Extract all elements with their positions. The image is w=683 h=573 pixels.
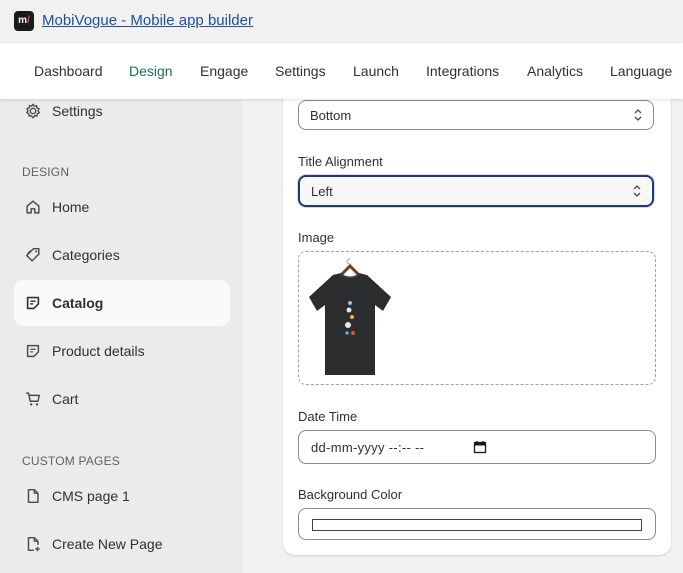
sidebar-item-label: Categories: [52, 247, 120, 263]
sidebar-item-product-details[interactable]: Product details: [14, 328, 230, 374]
tab-settings[interactable]: Settings: [275, 63, 326, 79]
main-nav: Dashboard Design Engage Settings Launch …: [0, 43, 683, 99]
tab-analytics[interactable]: Analytics: [527, 63, 583, 79]
sidebar-item-home[interactable]: Home: [14, 184, 230, 230]
gear-icon: [26, 103, 40, 119]
sidebar-item-create-new-page[interactable]: Create New Page: [14, 521, 230, 567]
tab-integrations[interactable]: Integrations: [426, 63, 499, 79]
page-icon: [27, 488, 39, 504]
tab-engage[interactable]: Engage: [200, 63, 248, 79]
sidebar-item-cms-page-1[interactable]: CMS page 1: [14, 473, 230, 519]
app-logo-icon: m/: [14, 11, 34, 31]
sidebar-item-label: Cart: [52, 391, 79, 407]
sidebar-item-label: Create New Page: [52, 536, 163, 552]
tag-icon: [25, 247, 40, 262]
background-color-label: Background Color: [298, 487, 403, 502]
sidebar-item-label: Product details: [52, 343, 145, 359]
new-page-icon: [27, 536, 40, 552]
sidebar-item-label: Home: [52, 199, 90, 215]
product-details-icon: [26, 344, 40, 358]
select-value: Bottom: [310, 108, 352, 123]
datetime-value: dd-mm-yyyy --:-- --: [311, 440, 425, 455]
tab-design[interactable]: Design: [129, 63, 173, 79]
sidebar-item-cart[interactable]: Cart: [14, 376, 230, 422]
background-color-input[interactable]: [298, 508, 656, 540]
select-value: Left: [311, 184, 333, 199]
app-title-link[interactable]: MobiVogue - Mobile app builder: [42, 12, 253, 29]
sidebar-item-categories[interactable]: Categories: [14, 232, 230, 278]
tab-language[interactable]: Language: [610, 63, 672, 79]
cart-icon: [26, 392, 41, 406]
sidebar: Settings DESIGN Home Categories Catalog …: [0, 99, 242, 573]
datetime-label: Date Time: [298, 409, 358, 424]
calendar-icon[interactable]: [473, 440, 487, 454]
image-label: Image: [298, 230, 335, 245]
tshirt-image: [309, 258, 391, 375]
select-chevron-icon: [633, 185, 641, 197]
datetime-input[interactable]: dd-mm-yyyy --:-- --: [298, 430, 656, 464]
tab-dashboard[interactable]: Dashboard: [34, 63, 103, 79]
color-swatch: [312, 519, 642, 531]
settings-panel: Bottom Title Alignment Left Image Date T…: [283, 90, 671, 555]
sidebar-item-label: Catalog: [52, 295, 104, 311]
image-dropzone[interactable]: [298, 251, 656, 385]
catalog-icon: [26, 296, 40, 310]
title-alignment-label: Title Alignment: [298, 154, 383, 169]
title-alignment-select[interactable]: Left: [298, 175, 654, 207]
position-select[interactable]: Bottom: [298, 100, 654, 130]
home-icon: [26, 200, 40, 214]
sidebar-item-catalog[interactable]: Catalog: [14, 280, 230, 326]
section-heading-custom-pages: CUSTOM PAGES: [22, 454, 120, 468]
select-chevron-icon: [634, 109, 642, 121]
section-heading-design: DESIGN: [22, 165, 70, 179]
sidebar-item-label: CMS page 1: [52, 488, 130, 504]
tab-launch[interactable]: Launch: [353, 63, 399, 79]
top-bar: m/ MobiVogue - Mobile app builder: [0, 0, 683, 43]
sidebar-item-label: Settings: [52, 103, 103, 119]
